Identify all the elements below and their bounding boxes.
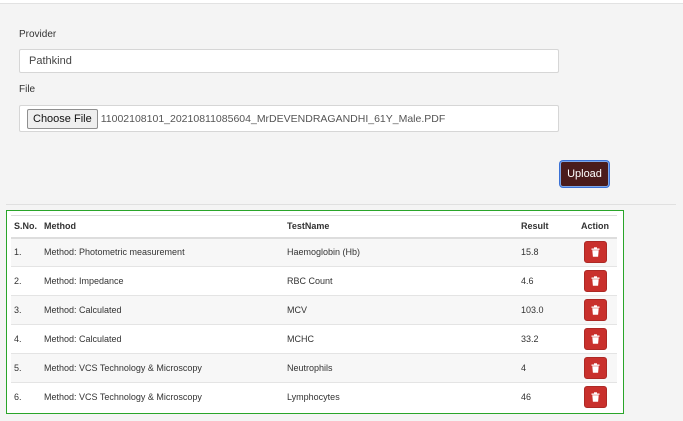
cell-result: 46 xyxy=(518,382,578,412)
provider-input[interactable]: Pathkind xyxy=(19,49,559,73)
trash-icon xyxy=(591,392,600,402)
cell-method: Method: VCS Technology & Microscopy xyxy=(41,353,284,383)
cell-method: Method: Calculated xyxy=(41,295,284,325)
cell-action xyxy=(578,295,617,325)
upload-button[interactable]: Upload xyxy=(560,161,609,187)
cell-sno: 2. xyxy=(11,266,41,296)
cell-action xyxy=(578,266,617,296)
trash-icon xyxy=(591,276,600,286)
cell-sno: 1. xyxy=(11,237,41,267)
cell-result: 33.2 xyxy=(518,324,578,354)
cell-testname: Haemoglobin (Hb) xyxy=(284,237,518,267)
table-row: 1. Method: Photometric measurement Haemogl… xyxy=(11,237,617,267)
cell-testname: Lymphocytes xyxy=(284,382,518,412)
column-header-method: Method xyxy=(41,215,284,239)
cell-testname: RBC Count xyxy=(284,266,518,296)
trash-icon xyxy=(591,363,600,373)
column-header-sno: S.No. xyxy=(11,215,41,239)
cell-action xyxy=(578,353,617,383)
table-row: 6. Method: VCS Technology & Microscopy Lym… xyxy=(11,382,617,412)
cell-method: Method: VCS Technology & Microscopy xyxy=(41,382,284,412)
upload-panel: Provider Pathkind File Choose File 11002… xyxy=(0,3,683,421)
cell-sno: 6. xyxy=(11,382,41,412)
cell-testname: MCV xyxy=(284,295,518,325)
table-row: 4. Method: Calculated MCHC 33.2 xyxy=(11,324,617,354)
trash-icon xyxy=(591,334,600,344)
file-input[interactable]: Choose File 11002108101_20210811085604_M… xyxy=(19,105,559,132)
cell-result: 15.8 xyxy=(518,237,578,267)
trash-icon xyxy=(591,305,600,315)
cell-method: Method: Calculated xyxy=(41,324,284,354)
results-table: S.No. Method TestName Result Action 1. Me… xyxy=(11,215,617,412)
column-header-testname: TestName xyxy=(284,215,518,239)
cell-action xyxy=(578,382,617,412)
cell-sno: 3. xyxy=(11,295,41,325)
column-header-action: Action xyxy=(578,215,617,239)
results-table-container: S.No. Method TestName Result Action 1. Me… xyxy=(6,210,624,414)
column-header-result: Result xyxy=(518,215,578,239)
delete-row-button[interactable] xyxy=(584,328,607,350)
file-label: File xyxy=(19,84,36,95)
cell-sno: 5. xyxy=(11,353,41,383)
cell-method: Method: Photometric measurement xyxy=(41,237,284,267)
cell-action xyxy=(578,237,617,267)
cell-sno: 4. xyxy=(11,324,41,354)
delete-row-button[interactable] xyxy=(584,299,607,321)
table-row: 3. Method: Calculated MCV 103.0 xyxy=(11,295,617,325)
selected-file-name: 11002108101_20210811085604_MrDEVENDRAGAN… xyxy=(100,112,446,125)
trash-icon xyxy=(591,247,600,257)
cell-method: Method: Impedance xyxy=(41,266,284,296)
cell-result: 103.0 xyxy=(518,295,578,325)
divider xyxy=(6,204,676,205)
choose-file-button[interactable]: Choose File xyxy=(27,108,98,129)
table-row: 5. Method: VCS Technology & Microscopy Neu… xyxy=(11,353,617,383)
cell-testname: MCHC xyxy=(284,324,518,354)
table-row: 2. Method: Impedance RBC Count 4.6 xyxy=(11,266,617,296)
table-header-row: S.No. Method TestName Result Action xyxy=(11,215,617,239)
cell-action xyxy=(578,324,617,354)
cell-testname: Neutrophils xyxy=(284,353,518,383)
delete-row-button[interactable] xyxy=(584,386,607,409)
cell-result: 4.6 xyxy=(518,266,578,296)
delete-row-button[interactable] xyxy=(584,241,607,264)
delete-row-button[interactable] xyxy=(584,270,607,292)
delete-row-button[interactable] xyxy=(584,357,607,379)
provider-label: Provider xyxy=(19,29,57,40)
cell-result: 4 xyxy=(518,353,578,383)
